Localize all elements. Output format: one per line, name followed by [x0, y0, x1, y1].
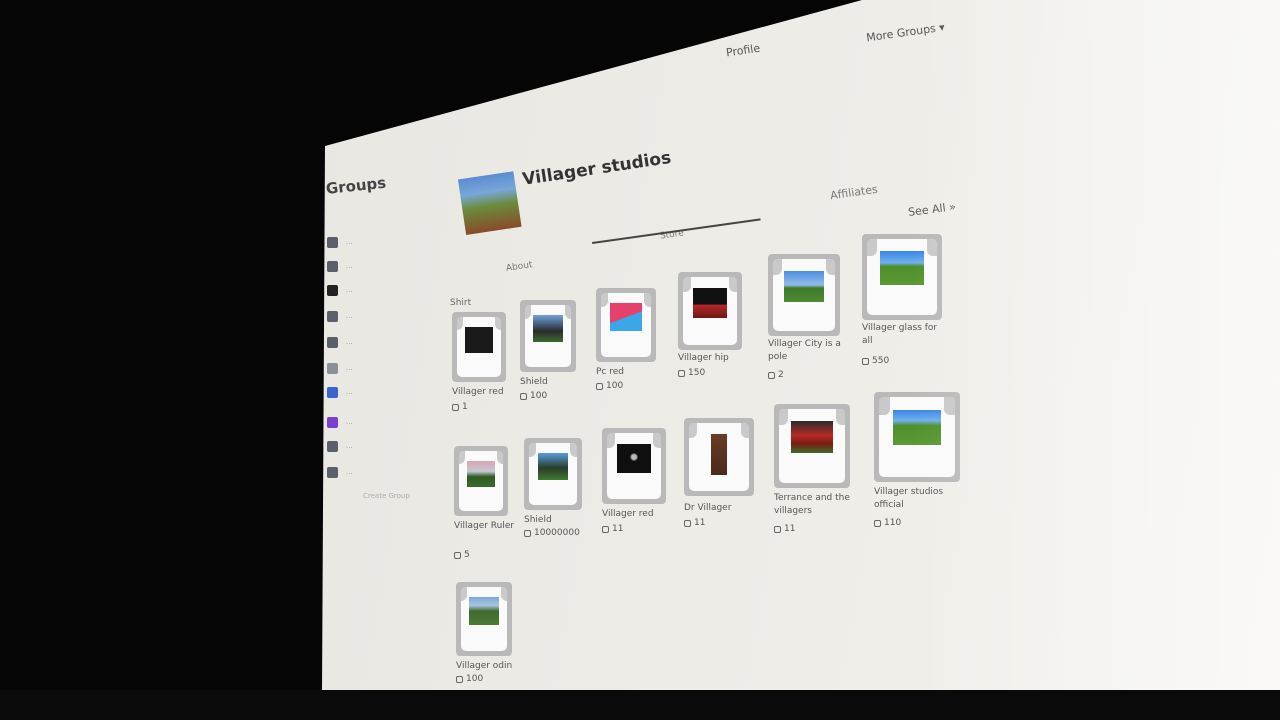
item-price: 5 — [454, 550, 470, 560]
sidebar-title: Groups — [325, 173, 387, 198]
item-name[interactable]: Villager odin — [456, 660, 512, 673]
robux-icon — [874, 519, 881, 527]
monitor-bezel — [0, 690, 1280, 720]
item-price: 110 — [874, 518, 901, 528]
item-name[interactable]: Villager hip — [678, 352, 729, 365]
shirt-art — [616, 443, 652, 473]
item-name[interactable]: Villager studios official — [874, 486, 970, 512]
item-thumbnail[interactable] — [768, 254, 840, 336]
item-name[interactable]: Terrance and the villagers — [774, 492, 864, 518]
robux-icon — [524, 529, 531, 537]
item-name[interactable]: Villager red — [602, 508, 654, 521]
sidebar-group-item[interactable]: ... — [327, 308, 353, 324]
item-thumbnail[interactable] — [524, 438, 582, 510]
item-thumbnail[interactable] — [862, 234, 942, 320]
item-thumbnail[interactable] — [452, 312, 506, 382]
group-icon — [327, 440, 338, 452]
see-all-link[interactable]: See All » — [907, 200, 956, 219]
shirt-art — [537, 452, 569, 481]
item-thumbnail[interactable] — [684, 418, 754, 496]
group-icon — [327, 260, 338, 272]
group-header: Villager studios — [452, 63, 983, 249]
create-group-link[interactable]: Create Group — [363, 492, 410, 500]
robux-icon — [774, 525, 781, 533]
robux-icon — [602, 525, 609, 533]
item-price: 150 — [678, 368, 705, 378]
item-price: 100 — [520, 391, 547, 401]
shirt-art — [710, 433, 728, 475]
sidebar-group-item[interactable]: ... — [327, 438, 353, 454]
robux-icon — [452, 403, 459, 411]
shirt-art — [790, 420, 834, 454]
sidebar-group-item[interactable]: ... — [327, 282, 353, 298]
item-price: 100 — [456, 674, 483, 684]
item-name[interactable]: Villager red — [452, 386, 504, 399]
sidebar-group-item[interactable]: ... — [327, 464, 353, 480]
item-name[interactable]: Dr Villager — [684, 502, 731, 515]
shirt-art — [464, 326, 494, 353]
group-icon — [327, 310, 338, 322]
group-icon — [327, 362, 338, 374]
section-label: Shirt — [450, 298, 472, 308]
item-name[interactable]: Villager City is a pole — [768, 338, 848, 364]
item-price: 550 — [862, 356, 889, 366]
group-icon — [327, 416, 338, 428]
shirt-art — [892, 409, 942, 445]
item-price: 100 — [596, 381, 623, 391]
item-thumbnail[interactable] — [520, 300, 576, 372]
robux-icon — [684, 519, 691, 527]
group-icon — [327, 236, 338, 248]
item-thumbnail[interactable] — [456, 582, 512, 656]
item-thumbnail[interactable] — [602, 428, 666, 504]
item-thumbnail[interactable] — [454, 446, 508, 516]
robux-icon — [768, 371, 775, 379]
monitor-screen: Profile More Groups ▾ Groups ... ... ...… — [322, 0, 1280, 700]
item-name[interactable]: Shield — [524, 514, 552, 527]
group-icon — [327, 336, 338, 348]
robux-icon — [862, 357, 869, 365]
item-price: 2 — [768, 370, 784, 380]
shirt-art — [692, 287, 728, 318]
group-icon — [327, 466, 338, 478]
sidebar-group-item[interactable]: ... — [327, 234, 353, 250]
item-thumbnail[interactable] — [774, 404, 850, 488]
item-thumbnail[interactable] — [596, 288, 656, 362]
robux-icon — [456, 675, 463, 683]
group-icon — [327, 386, 338, 398]
sidebar-group-item[interactable]: ... — [327, 360, 353, 376]
group-name: Villager studios — [521, 147, 673, 190]
group-icon — [327, 284, 338, 296]
item-thumbnail[interactable] — [678, 272, 742, 350]
item-thumbnail[interactable] — [874, 392, 960, 482]
nav-link-more-groups[interactable]: More Groups ▾ — [865, 21, 945, 45]
item-price: 11 — [602, 524, 623, 534]
nav-link-profile[interactable]: Profile — [725, 42, 761, 60]
sidebar-group-item[interactable]: ... — [327, 258, 353, 274]
robux-icon — [678, 369, 685, 377]
item-price: 11 — [774, 524, 795, 534]
sidebar-group-item[interactable]: ... — [327, 414, 353, 430]
shirt-art — [784, 270, 824, 303]
robux-icon — [520, 392, 527, 400]
item-name[interactable]: Villager Ruler — [454, 520, 514, 533]
item-price: 1 — [452, 402, 468, 412]
group-emblem — [457, 171, 522, 235]
item-name[interactable]: Shield — [520, 376, 548, 389]
shirt-art — [469, 597, 499, 626]
shirt-art — [466, 460, 496, 487]
shirt-art — [610, 303, 642, 332]
sidebar-group-item[interactable]: ... — [327, 334, 353, 350]
shirt-art — [533, 314, 563, 343]
item-price: 10000000 — [524, 528, 580, 538]
sidebar-group-item[interactable]: ... — [327, 384, 353, 400]
robux-icon — [596, 382, 603, 390]
item-name[interactable]: Pc red — [596, 366, 624, 379]
tab-about[interactable]: About — [505, 260, 533, 274]
item-name[interactable]: Villager glass for all — [862, 322, 946, 348]
shirt-art — [879, 251, 925, 285]
item-price: 11 — [684, 518, 705, 528]
robux-icon — [454, 551, 461, 559]
